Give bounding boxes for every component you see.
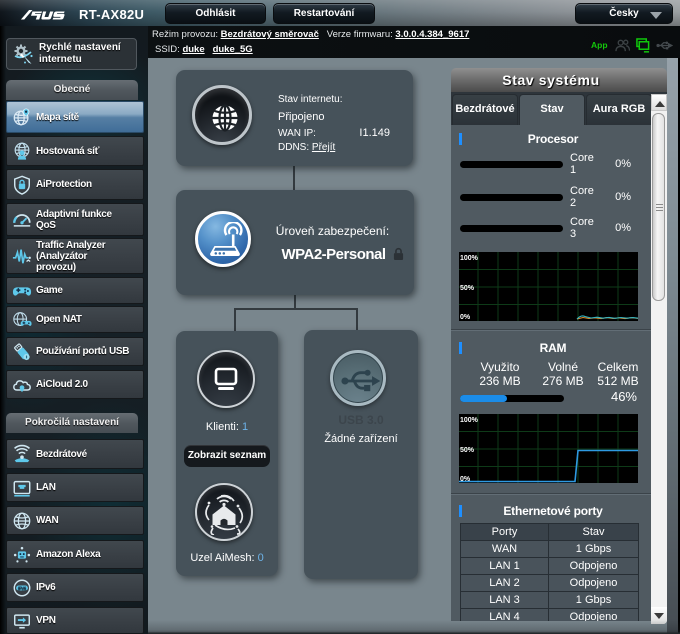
svg-text:0%: 0% (460, 476, 471, 483)
svg-text:0%: 0% (460, 314, 471, 321)
svg-text:50%: 50% (460, 447, 475, 454)
svg-text:100%: 100% (460, 255, 479, 262)
svg-text:IPV6: IPV6 (18, 585, 27, 590)
svg-text:50%: 50% (460, 285, 475, 292)
svg-text:100%: 100% (460, 417, 479, 424)
